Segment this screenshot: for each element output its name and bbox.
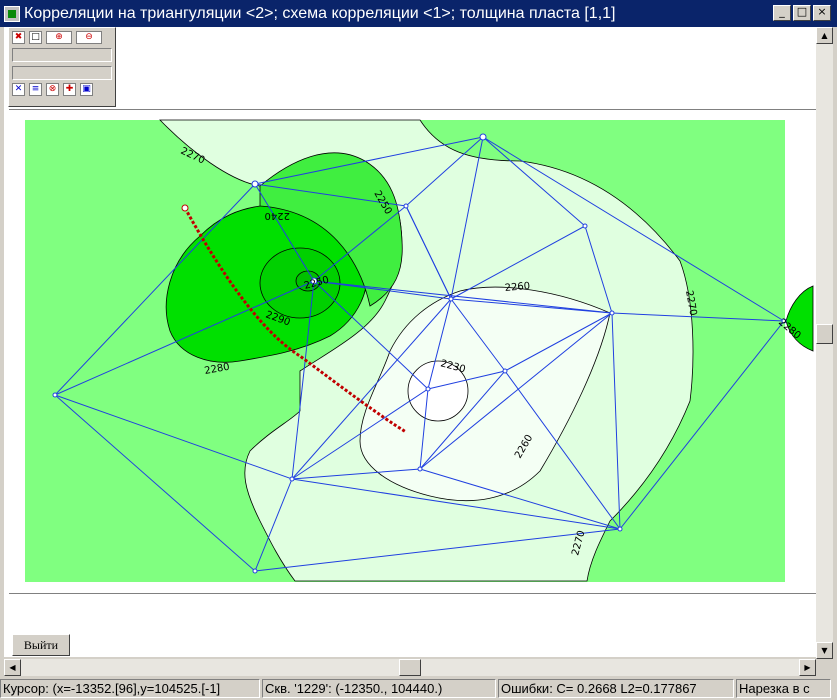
status-cursor: Курсор: (x=-13352.[96],y=104525.[-1] xyxy=(0,679,260,698)
scrollbar-corner xyxy=(816,659,833,676)
scroll-down-icon[interactable]: ▼ xyxy=(816,642,833,659)
tool-row-1: ✖ □ ⊕ ⊖ xyxy=(9,28,115,44)
vertical-scroll-thumb[interactable] xyxy=(816,324,833,344)
status-bar: Курсор: (x=-13352.[96],y=104525.[-1] Скв… xyxy=(0,677,837,700)
horizontal-scroll-thumb[interactable] xyxy=(399,659,421,676)
square-icon[interactable]: □ xyxy=(29,31,42,44)
tool-field-2 xyxy=(12,66,112,80)
maximize-button[interactable]: □ xyxy=(793,5,811,21)
tool-field-1 xyxy=(12,48,112,62)
status-errors: Ошибки: C= 0.2668 L2=0.177867 xyxy=(498,679,734,698)
window-controls: _ □ × xyxy=(773,5,831,21)
tool-palette: ✖ □ ⊕ ⊖ ✕ ≡ ⊗ ✚ ▣ xyxy=(8,27,116,107)
target-icon[interactable]: ✚ xyxy=(63,83,76,96)
zoom-in-icon[interactable]: ⊕ xyxy=(46,31,72,44)
contour-label: 2260 xyxy=(504,281,530,294)
right-edge-zone xyxy=(785,285,814,352)
vertical-scrollbar[interactable]: ▲ ▼ xyxy=(816,27,833,659)
zoom-out-icon[interactable]: ⊖ xyxy=(76,31,102,44)
no-icon[interactable]: ⊗ xyxy=(46,83,59,96)
map-icon[interactable]: ▣ xyxy=(80,83,93,96)
profile-start[interactable] xyxy=(181,204,189,212)
close-button[interactable]: × xyxy=(813,5,831,21)
horizontal-scrollbar[interactable]: ◀ ▶ xyxy=(4,659,816,676)
exit-button[interactable]: Выйти xyxy=(12,634,70,656)
document-icon[interactable]: ≡ xyxy=(29,83,42,96)
minimize-button[interactable]: _ xyxy=(773,5,791,21)
scroll-right-icon[interactable]: ▶ xyxy=(799,659,816,676)
scroll-up-icon[interactable]: ▲ xyxy=(816,27,833,44)
map-frame: 2270 2250 2240 2290 2280 2260 2230 2270 … xyxy=(9,109,817,594)
tool-row-2: ✕ ≡ ⊗ ✚ ▣ xyxy=(9,80,115,96)
window-title: Корреляции на триангуляции <2>; схема ко… xyxy=(24,4,616,22)
close-box-icon[interactable]: ✕ xyxy=(12,83,25,96)
status-well: Скв. '1229': (-12350., 104440.) xyxy=(262,679,496,698)
title-bar: Корреляции на триангуляции <2>; схема ко… xyxy=(0,0,837,27)
x-red-icon[interactable]: ✖ xyxy=(12,31,25,44)
scroll-left-icon[interactable]: ◀ xyxy=(4,659,21,676)
contour-label: 2240 xyxy=(265,210,290,221)
app-icon[interactable] xyxy=(4,5,20,22)
status-slicing: Нарезка в с xyxy=(736,679,831,698)
correlation-map[interactable]: 2270 2250 2240 2290 2280 2260 2230 2270 … xyxy=(9,110,817,593)
